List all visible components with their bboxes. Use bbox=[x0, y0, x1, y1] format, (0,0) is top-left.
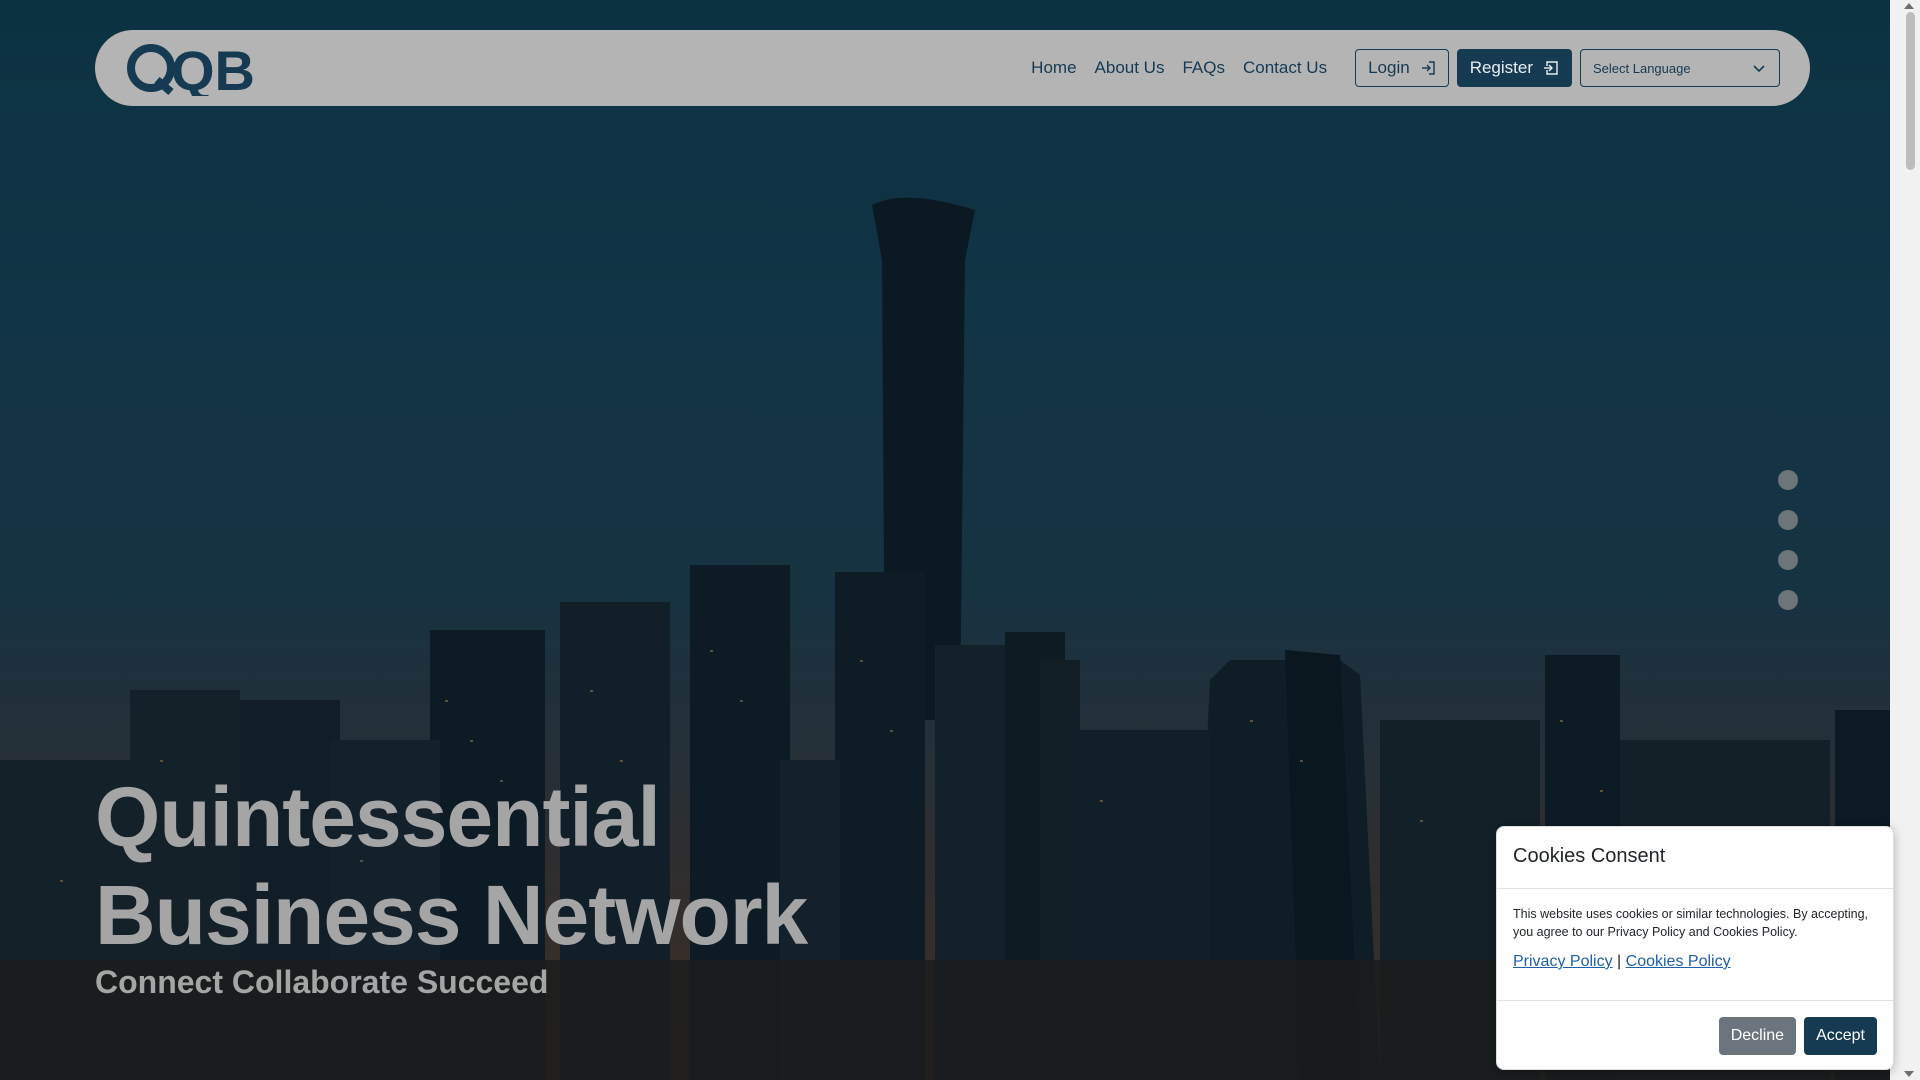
cookies-consent-dialog: Cookies Consent This website uses cookie… bbox=[1496, 826, 1894, 1070]
login-button[interactable]: Login bbox=[1355, 49, 1449, 87]
language-select-value: Select Language bbox=[1593, 60, 1691, 76]
nav-links: Home About Us FAQs Contact Us bbox=[1031, 58, 1327, 78]
cookies-consent-text: This website uses cookies or similar tec… bbox=[1513, 907, 1869, 939]
logo-lettering: QBN bbox=[171, 40, 253, 96]
scroll-down-arrow-icon[interactable] bbox=[1904, 1071, 1914, 1077]
slider-dot-3[interactable] bbox=[1778, 550, 1798, 570]
register-label: Register bbox=[1469, 58, 1533, 77]
language-select[interactable]: Select Language bbox=[1580, 49, 1780, 87]
hero-subtitle: Connect Collaborate Succeed bbox=[95, 964, 549, 1000]
policy-link-separator: | bbox=[1617, 953, 1622, 970]
slider-dot-2[interactable] bbox=[1778, 510, 1798, 530]
hero-title: Quintessential Business Network bbox=[95, 768, 995, 964]
page: QBN Home About Us FAQs Contact Us Login … bbox=[0, 0, 1920, 1080]
slider-dots bbox=[1778, 470, 1798, 610]
login-icon bbox=[1421, 61, 1435, 75]
nav-link-faqs[interactable]: FAQs bbox=[1182, 58, 1225, 78]
accept-button[interactable]: Accept bbox=[1804, 1017, 1877, 1055]
qbn-logo[interactable]: QBN bbox=[127, 40, 253, 96]
cookies-policy-link[interactable]: Cookies Policy bbox=[1626, 953, 1731, 970]
slider-dot-4[interactable] bbox=[1778, 590, 1798, 610]
navbar: QBN Home About Us FAQs Contact Us Login … bbox=[95, 30, 1810, 106]
chevron-down-icon bbox=[1753, 65, 1765, 73]
decline-button[interactable]: Decline bbox=[1718, 1017, 1797, 1055]
cookies-consent-footer: Decline Accept bbox=[1497, 1001, 1893, 1069]
nav-link-home[interactable]: Home bbox=[1031, 58, 1076, 78]
page-scrollbar[interactable] bbox=[1890, 0, 1920, 1080]
cookies-policy-links: Privacy Policy | Cookies Policy bbox=[1513, 953, 1877, 971]
nav-link-contact-us[interactable]: Contact Us bbox=[1243, 58, 1327, 78]
register-icon bbox=[1544, 61, 1558, 75]
cookies-consent-header: Cookies Consent bbox=[1497, 827, 1893, 889]
register-button[interactable]: Register bbox=[1456, 49, 1572, 87]
scroll-up-arrow-icon[interactable] bbox=[1904, 3, 1914, 9]
hero-title-line-2: Business Network bbox=[95, 868, 808, 962]
cookies-consent-body: This website uses cookies or similar tec… bbox=[1497, 889, 1893, 1001]
scroll-thumb[interactable] bbox=[1906, 12, 1915, 170]
hero-title-line-1: Quintessential bbox=[95, 770, 661, 864]
nav-link-about-us[interactable]: About Us bbox=[1095, 58, 1165, 78]
slider-dot-1[interactable] bbox=[1778, 470, 1798, 490]
privacy-policy-link[interactable]: Privacy Policy bbox=[1513, 953, 1613, 970]
login-label: Login bbox=[1368, 58, 1410, 77]
cookies-consent-title: Cookies Consent bbox=[1513, 845, 1666, 867]
